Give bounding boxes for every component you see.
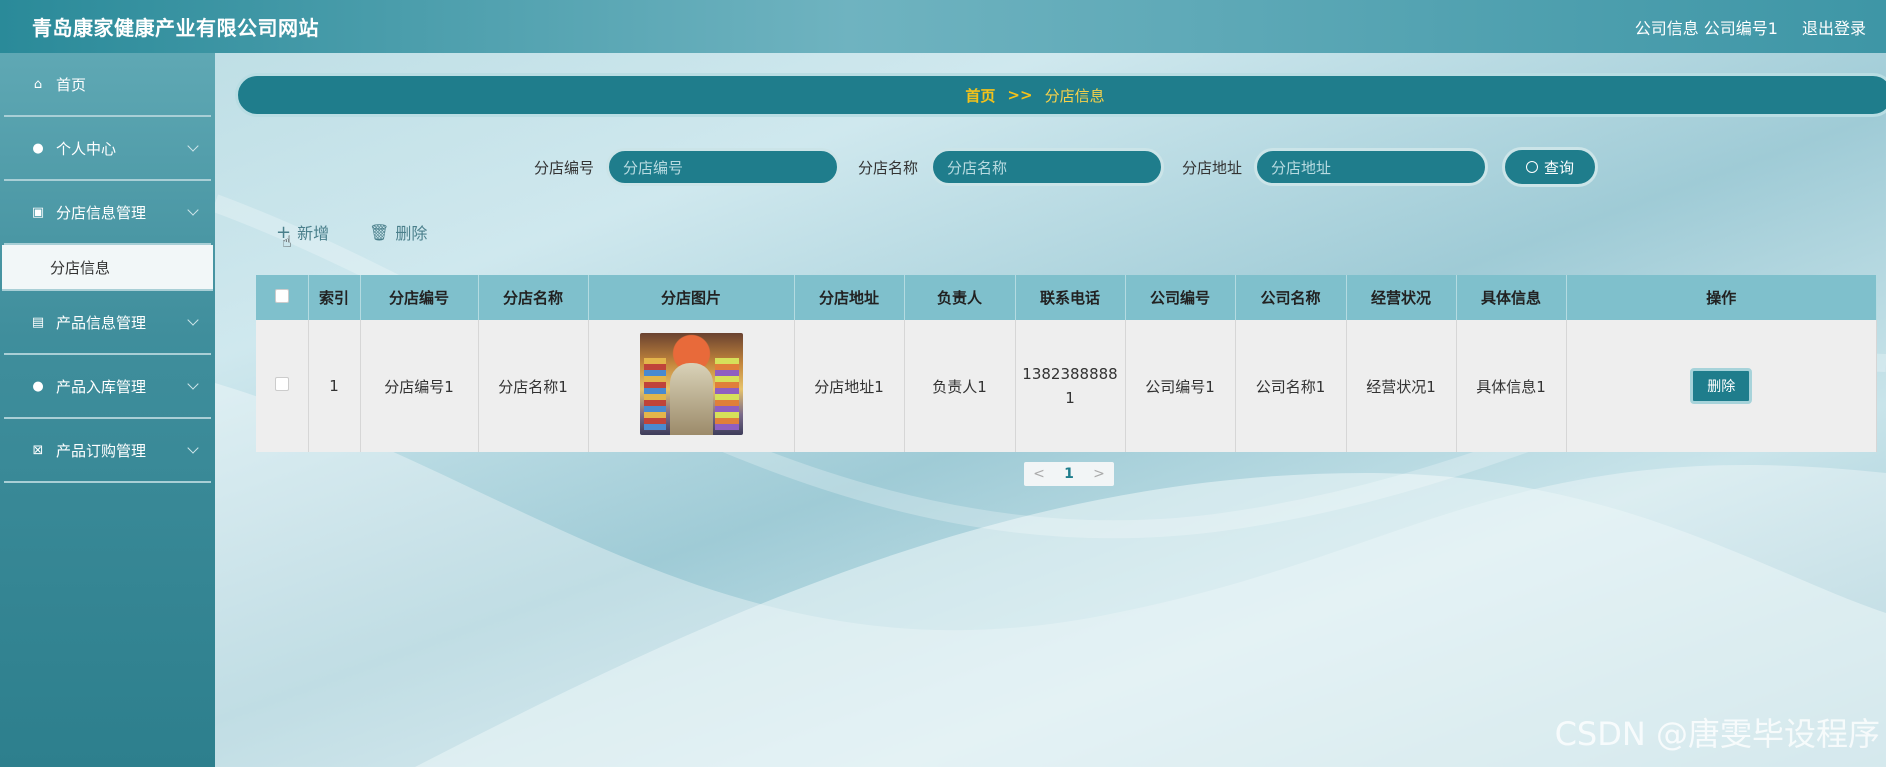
cell-branch-name: 分店名称1 (478, 320, 589, 452)
site-title: 青岛康家健康产业有限公司网站 (32, 16, 319, 40)
search-icon (1526, 161, 1539, 173)
chevron-down-icon (187, 378, 199, 390)
table-header-row: 索引 分店编号 分店名称 分店图片 分店地址 负责人 联系电话 公司编号 公司名… (256, 275, 1877, 320)
pagination: < 1 > (1024, 462, 1114, 486)
user-icon: ● (32, 378, 44, 394)
breadcrumb-home[interactable]: 首页 (965, 85, 995, 106)
cell-index: 1 (308, 320, 361, 452)
sidebar-item-label: 分店信息 (50, 258, 111, 277)
row-select-cell[interactable] (256, 320, 309, 452)
column-header: 公司编号 (1125, 275, 1236, 320)
column-header: 操作 (1566, 275, 1877, 320)
sidebar-item-personal-center[interactable]: ● 个人中心 (4, 117, 211, 181)
branch-image (639, 333, 743, 435)
sidebar-item-branch-management[interactable]: ▣ 分店信息管理 (4, 181, 211, 245)
company-info-link[interactable]: 公司信息 公司编号1 (1635, 15, 1778, 39)
select-all-checkbox[interactable] (274, 288, 289, 303)
sidebar-subitem-branch-info[interactable]: 分店信息 (2, 245, 213, 291)
column-header: 经营状况 (1346, 275, 1457, 320)
sidebar-item-product-management[interactable]: ▤ 产品信息管理 (4, 291, 211, 355)
cell-branch-address: 分店地址1 (794, 320, 905, 452)
user-icon: ● (32, 140, 44, 156)
add-button-label: 新增 (297, 224, 330, 243)
select-all-cell[interactable] (256, 275, 309, 320)
phone-line: 1 (1065, 389, 1075, 407)
cell-branch-image (588, 320, 795, 452)
branch-address-label: 分店地址 (1182, 158, 1243, 177)
cell-operation: 删除 (1566, 320, 1877, 452)
column-header: 分店编号 (360, 275, 479, 320)
sidebar-item-label: 个人中心 (56, 139, 117, 158)
action-bar: + 新增 🗑 删除 (276, 220, 427, 244)
home-icon: ⌂ (33, 76, 43, 92)
column-header: 索引 (308, 275, 361, 320)
chevron-down-icon (187, 314, 199, 326)
branch-name-label: 分店名称 (858, 158, 919, 177)
logout-link[interactable]: 退出登录 (1802, 15, 1866, 39)
branch-name-input[interactable]: 分店名称 (930, 148, 1165, 186)
chevron-down-icon (187, 204, 199, 216)
search-bar: 分店编号 分店编号 分店名称 分店名称 分店地址 分店地址 查询 (530, 147, 1599, 187)
query-button[interactable]: 查询 (1502, 147, 1599, 187)
watermark: CSDN @唐雯毕设程序 (1554, 715, 1880, 753)
breadcrumb-current: 分店信息 (1044, 86, 1105, 105)
branch-code-input[interactable]: 分店编号 (606, 148, 841, 186)
sidebar-item-label: 分店信息管理 (56, 203, 147, 222)
breadcrumb-separator: >> (1007, 86, 1033, 104)
query-button-label: 查询 (1544, 158, 1575, 177)
chevron-down-icon (187, 140, 199, 152)
column-header: 公司名称 (1235, 275, 1347, 320)
branch-table: 索引 分店编号 分店名称 分店图片 分店地址 负责人 联系电话 公司编号 公司名… (256, 275, 1877, 452)
prev-page-button[interactable]: < (1024, 466, 1054, 482)
page-number[interactable]: 1 (1054, 466, 1084, 482)
chat-icon: ▤ (31, 314, 45, 330)
column-header: 分店地址 (794, 275, 905, 320)
chevron-down-icon (187, 442, 199, 454)
column-header: 负责人 (904, 275, 1016, 320)
cell-company-code: 公司编号1 (1125, 320, 1236, 452)
next-page-button[interactable]: > (1084, 466, 1114, 482)
sidebar-item-order-management[interactable]: ⊠ 产品订购管理 (4, 419, 211, 483)
branch-address-input[interactable]: 分店地址 (1254, 148, 1489, 186)
batch-delete-button[interactable]: 🗑 删除 (369, 220, 427, 244)
cell-company-name: 公司名称1 (1235, 320, 1347, 452)
sidebar-item-stock-in[interactable]: ● 产品入库管理 (4, 355, 211, 419)
phone-line: 1382388888 (1022, 365, 1118, 383)
trash-icon: 🗑 (369, 222, 390, 242)
branch-code-label: 分店编号 (534, 158, 595, 177)
column-header: 分店图片 (588, 275, 795, 320)
sidebar-item-label: 首页 (56, 75, 87, 94)
cell-phone: 1382388888 1 (1015, 320, 1126, 452)
cell-branch-code: 分店编号1 (360, 320, 479, 452)
table-row: 1 分店编号1 分店名称1 分店地址1 负责人1 1382388888 1 公司… (256, 320, 1877, 452)
top-header: 青岛康家健康产业有限公司网站 公司信息 公司编号1 退出登录 (0, 0, 1886, 53)
breadcrumb: 首页 >> 分店信息 (235, 73, 1886, 117)
cell-manager: 负责人1 (904, 320, 1016, 452)
sidebar: ⌂ 首页 ● 个人中心 ▣ 分店信息管理 分店信息 ▤ 产品信息管理 ● 产品入… (0, 53, 215, 767)
sidebar-item-label: 产品订购管理 (56, 441, 147, 460)
delete-button-label: 删除 (395, 224, 428, 243)
sidebar-item-label: 产品信息管理 (56, 313, 147, 332)
column-header: 联系电话 (1015, 275, 1126, 320)
column-header: 具体信息 (1456, 275, 1567, 320)
sidebar-item-label: 产品入库管理 (56, 377, 147, 396)
sidebar-item-home[interactable]: ⌂ 首页 (4, 53, 211, 117)
row-checkbox[interactable] (274, 377, 289, 391)
column-header: 分店名称 (478, 275, 589, 320)
cell-status: 经营状况1 (1346, 320, 1457, 452)
clipboard-x-icon: ⊠ (32, 442, 44, 458)
mouse-pointer-icon: ☝ (282, 232, 292, 251)
cell-detail: 具体信息1 (1456, 320, 1567, 452)
clipboard-icon: ▣ (31, 204, 45, 220)
row-delete-button[interactable]: 删除 (1690, 368, 1753, 404)
